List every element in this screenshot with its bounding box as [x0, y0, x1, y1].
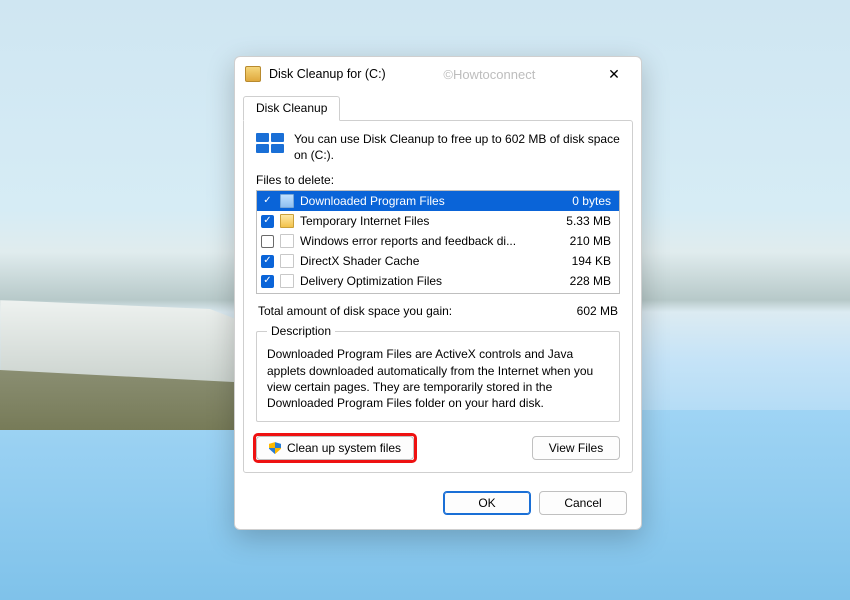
file-checkbox[interactable] [261, 275, 274, 288]
close-icon: ✕ [608, 67, 620, 81]
intro-text: You can use Disk Cleanup to free up to 6… [294, 131, 620, 163]
cleanup-system-files-label: Clean up system files [287, 441, 401, 455]
uac-shield-icon [269, 442, 281, 454]
file-row[interactable]: Delivery Optimization Files 228 MB [257, 271, 619, 291]
total-value: 602 MB [548, 304, 618, 318]
titlebar: Disk Cleanup for (C:) ©Howtoconnect ✕ [235, 57, 641, 91]
disk-cleanup-icon [245, 66, 261, 82]
program-icon [280, 194, 294, 208]
windows-tiles-icon [256, 133, 284, 153]
file-size: 0 bytes [555, 194, 615, 208]
lock-icon [280, 214, 294, 228]
file-checkbox[interactable] [261, 235, 274, 248]
view-files-label: View Files [549, 441, 603, 455]
file-name: DirectX Shader Cache [300, 254, 549, 268]
tab-disk-cleanup[interactable]: Disk Cleanup [243, 96, 340, 121]
file-icon [280, 234, 294, 248]
tab-panel: You can use Disk Cleanup to free up to 6… [243, 120, 633, 473]
file-name: Downloaded Program Files [300, 194, 549, 208]
dialog-footer: OK Cancel [235, 481, 641, 529]
file-size: 194 KB [555, 254, 615, 268]
ok-label: OK [478, 496, 495, 510]
file-name: Windows error reports and feedback di... [300, 234, 549, 248]
file-name: Temporary Internet Files [300, 214, 549, 228]
file-checkbox[interactable] [261, 255, 274, 268]
ok-button[interactable]: OK [443, 491, 531, 515]
description-group: Description Downloaded Program Files are… [256, 324, 620, 422]
close-button[interactable]: ✕ [593, 60, 635, 88]
file-row[interactable]: DirectX Shader Cache 194 KB [257, 251, 619, 271]
description-text: Downloaded Program Files are ActiveX con… [267, 346, 609, 411]
disk-cleanup-window: Disk Cleanup for (C:) ©Howtoconnect ✕ Di… [234, 56, 642, 530]
files-list[interactable]: Downloaded Program Files 0 bytes Temporary… [256, 190, 620, 294]
file-row[interactable]: Temporary Internet Files 5.33 MB [257, 211, 619, 231]
tabstrip: Disk Cleanup [235, 91, 641, 120]
file-name: Delivery Optimization Files [300, 274, 549, 288]
file-size: 5.33 MB [555, 214, 615, 228]
files-to-delete-label: Files to delete: [256, 173, 620, 187]
file-checkbox[interactable] [261, 215, 274, 228]
file-checkbox[interactable] [261, 195, 274, 208]
total-line: Total amount of disk space you gain: 602… [258, 304, 618, 318]
window-title: Disk Cleanup for (C:) [269, 67, 386, 81]
total-label: Total amount of disk space you gain: [258, 304, 548, 318]
intro-row: You can use Disk Cleanup to free up to 6… [256, 131, 620, 163]
watermark-text: ©Howtoconnect [386, 67, 593, 82]
file-size: 210 MB [555, 234, 615, 248]
cleanup-system-files-button[interactable]: Clean up system files [256, 436, 414, 460]
file-size: 228 MB [555, 274, 615, 288]
cancel-button[interactable]: Cancel [539, 491, 627, 515]
file-icon [280, 274, 294, 288]
file-row[interactable]: Windows error reports and feedback di...… [257, 231, 619, 251]
view-files-button[interactable]: View Files [532, 436, 620, 460]
description-legend: Description [267, 324, 335, 338]
highlight-cleanup-system: Clean up system files [256, 436, 414, 460]
file-row[interactable]: Downloaded Program Files 0 bytes [257, 191, 619, 211]
cancel-label: Cancel [564, 496, 601, 510]
panel-action-row: Clean up system files View Files [256, 436, 620, 460]
file-icon [280, 254, 294, 268]
